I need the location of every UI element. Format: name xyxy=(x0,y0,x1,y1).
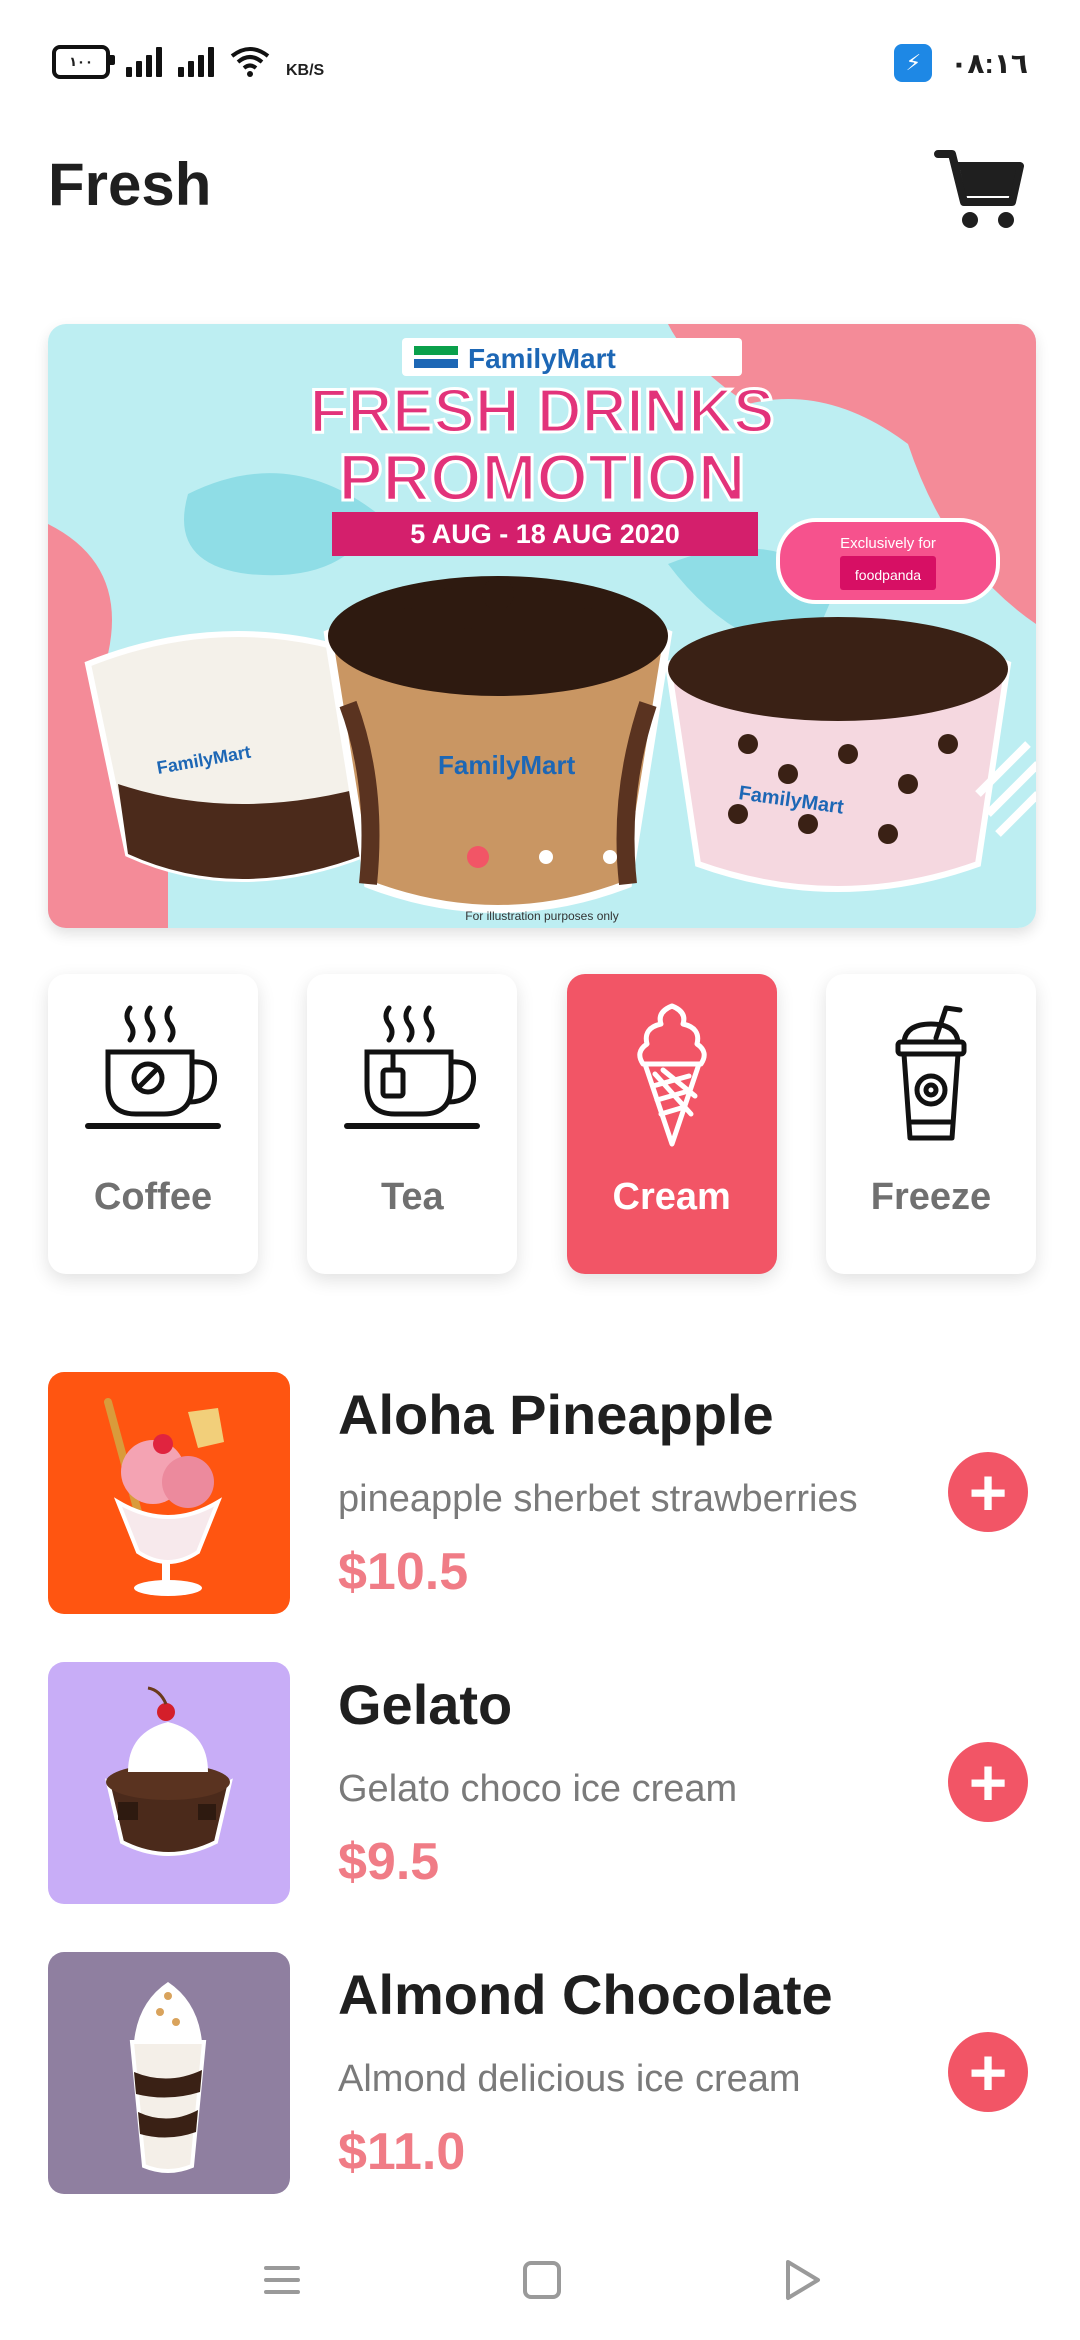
system-nav-bar xyxy=(0,2230,1080,2340)
frozen-drink-icon xyxy=(895,1005,967,1141)
category-list: Coffee Tea Cream Freeze xyxy=(48,974,1036,1274)
status-left: ١٠٠ KB/S xyxy=(52,44,324,80)
battery-level: ١٠٠ xyxy=(69,54,93,69)
product-name: Gelato xyxy=(338,1673,513,1736)
battery-icon: ١٠٠ xyxy=(52,45,115,79)
product-item-almond-chocolate[interactable]: Almond Chocolate Almond delicious ice cr… xyxy=(48,1952,1048,2194)
banner-headline-1: FRESH DRINKS xyxy=(309,377,774,446)
page-title: Fresh xyxy=(48,151,212,218)
signal-2-icon xyxy=(178,47,214,77)
coffee-cup-icon xyxy=(85,1005,221,1129)
product-price: $10.5 xyxy=(338,1543,469,1601)
category-label: Freeze xyxy=(870,1176,992,1218)
add-to-cart-button[interactable]: + xyxy=(948,1452,1028,1532)
product-item-aloha-pineapple[interactable]: Aloha Pineapple pineapple sherbet strawb… xyxy=(48,1372,1048,1614)
banner-image: FamilyMart FRESH DRINKS PROMOTION 5 AUG … xyxy=(48,324,1036,928)
add-to-cart-button[interactable]: + xyxy=(948,1742,1028,1822)
usb-icon: ⚡ xyxy=(894,44,933,82)
product-name: Aloha Pineapple xyxy=(338,1383,774,1446)
banner-brand: FamilyMart xyxy=(468,343,616,374)
status-right: ⚡ ٠٨:١٦ xyxy=(894,44,1028,82)
product-description: Gelato choco ice cream xyxy=(338,1768,738,1810)
category-tea[interactable]: Tea xyxy=(307,974,518,1274)
product-image xyxy=(48,1662,290,1904)
status-bar: ١٠٠ KB/S ⚡ ٠٨:١٦ xyxy=(0,0,1080,130)
tea-cup-icon xyxy=(344,1005,481,1129)
banner-pagination xyxy=(48,846,1036,868)
category-cream[interactable]: Cream xyxy=(566,974,777,1274)
product-image xyxy=(48,1952,290,2194)
category-coffee[interactable]: Coffee xyxy=(48,974,258,1274)
network-speed-unit: KB/S xyxy=(286,62,325,79)
signal-1-icon xyxy=(126,47,162,77)
banner-dates: 5 AUG - 18 AUG 2020 xyxy=(410,519,680,549)
banner-partner: foodpanda xyxy=(855,567,921,583)
category-label: Tea xyxy=(380,1176,444,1218)
category-freeze[interactable]: Freeze xyxy=(825,974,1036,1274)
status-time: ٠٨:١٦ xyxy=(950,47,1028,79)
product-description: pineapple sherbet strawberries xyxy=(338,1478,858,1520)
product-item-gelato[interactable]: Gelato Gelato choco ice cream $9.5 + xyxy=(48,1662,1048,1904)
banner-exclusive: Exclusively for xyxy=(840,535,936,552)
cup-middle-text: FamilyMart xyxy=(438,750,576,780)
plus-icon: + xyxy=(968,2035,1008,2109)
home-icon[interactable] xyxy=(512,2250,572,2310)
ice-cream-cone-icon xyxy=(636,1003,707,1147)
banner-dot-2[interactable] xyxy=(539,850,553,864)
banner-dot-3[interactable] xyxy=(603,850,617,864)
banner-headline-2: PROMOTION xyxy=(339,440,746,514)
menu-icon[interactable] xyxy=(252,2250,312,2310)
category-label: Coffee xyxy=(93,1176,213,1218)
banner-dot-1[interactable] xyxy=(467,846,489,868)
product-price: $11.0 xyxy=(338,2123,466,2181)
plus-icon: + xyxy=(968,1455,1008,1529)
product-image xyxy=(48,1372,290,1614)
product-name: Almond Chocolate xyxy=(338,1963,833,2026)
product-price: $9.5 xyxy=(338,1833,440,1891)
add-to-cart-button[interactable]: + xyxy=(948,2032,1028,2112)
plus-icon: + xyxy=(968,1745,1008,1819)
product-description: Almond delicious ice cream xyxy=(338,2058,801,2100)
back-icon[interactable] xyxy=(772,2250,832,2310)
cart-icon[interactable] xyxy=(932,140,1028,236)
promo-banner[interactable]: FamilyMart FRESH DRINKS PROMOTION 5 AUG … xyxy=(48,324,1036,928)
banner-disclaimer: For illustration purposes only xyxy=(465,909,618,923)
category-label: Cream xyxy=(612,1176,731,1218)
wifi-icon xyxy=(230,47,270,77)
